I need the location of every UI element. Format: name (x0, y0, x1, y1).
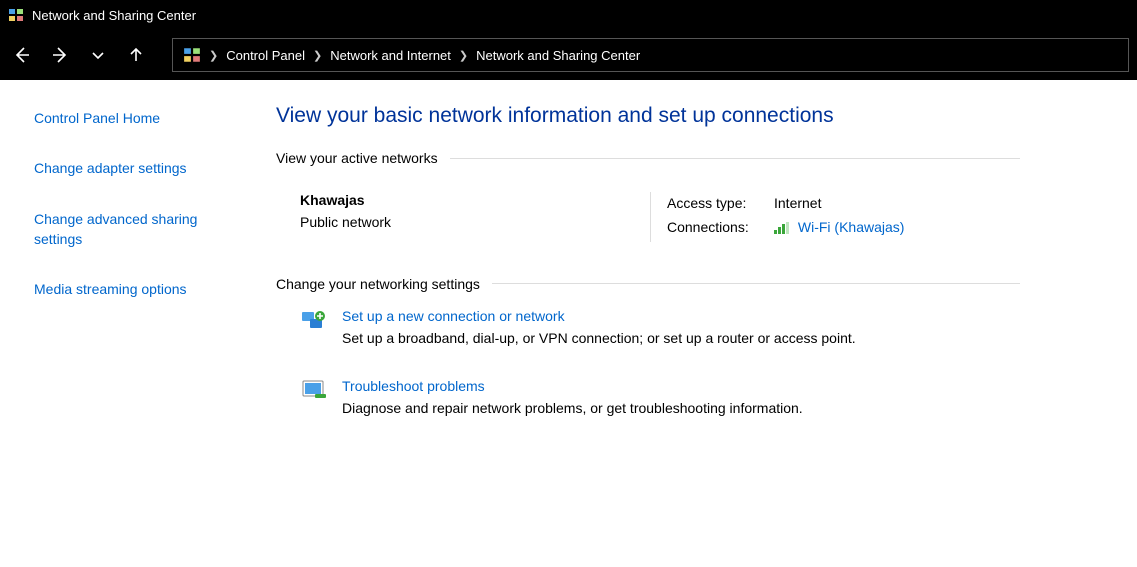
section-label: Change your networking settings (276, 276, 480, 292)
access-type-value: Internet (774, 192, 821, 216)
option-desc: Set up a broadband, dial-up, or VPN conn… (342, 330, 856, 346)
chevron-right-icon[interactable]: ❯ (459, 49, 468, 62)
app-icon (8, 7, 24, 23)
section-active-networks: View your active networks (276, 150, 1020, 166)
troubleshoot-icon (300, 378, 328, 406)
breadcrumb-item[interactable]: Control Panel (226, 48, 305, 63)
network-name: Khawajas (300, 192, 650, 208)
chevron-right-icon[interactable]: ❯ (209, 49, 218, 62)
active-network-block: Khawajas Public network Access type: Int… (276, 176, 1020, 276)
address-icon (183, 46, 201, 64)
forward-button[interactable] (44, 39, 76, 71)
page-heading: View your basic network information and … (276, 104, 1020, 128)
network-type: Public network (300, 214, 650, 230)
option-link[interactable]: Set up a new connection or network (342, 308, 565, 324)
divider (450, 158, 1020, 159)
option-desc: Diagnose and repair network problems, or… (342, 400, 803, 416)
sidebar-link-advanced-sharing[interactable]: Change advanced sharing settings (34, 209, 224, 250)
sidebar-link-adapter[interactable]: Change adapter settings (34, 158, 260, 178)
address-bar[interactable]: ❯ Control Panel ❯ Network and Internet ❯… (172, 38, 1129, 72)
chevron-right-icon[interactable]: ❯ (313, 49, 322, 62)
option-troubleshoot: Troubleshoot problems Diagnose and repai… (276, 372, 1020, 442)
option-link[interactable]: Troubleshoot problems (342, 378, 485, 394)
up-button[interactable] (120, 39, 152, 71)
sidebar-home-link[interactable]: Control Panel Home (34, 108, 260, 128)
section-label: View your active networks (276, 150, 438, 166)
divider (492, 283, 1020, 284)
connection-link[interactable]: Wi-Fi (Khawajas) (798, 219, 905, 235)
breadcrumb-item[interactable]: Network and Sharing Center (476, 48, 640, 63)
breadcrumb-item[interactable]: Network and Internet (330, 48, 451, 63)
option-setup-connection: Set up a new connection or network Set u… (276, 302, 1020, 372)
sidebar-link-media-streaming[interactable]: Media streaming options (34, 279, 260, 299)
section-change-settings: Change your networking settings (276, 276, 1020, 292)
sidebar: Control Panel Home Change adapter settin… (0, 80, 260, 442)
recent-dropdown-button[interactable] (82, 39, 114, 71)
titlebar: Network and Sharing Center (0, 0, 1137, 30)
main-panel: View your basic network information and … (260, 80, 1020, 442)
connections-label: Connections: (667, 216, 762, 242)
wifi-signal-icon (774, 218, 790, 242)
window-title: Network and Sharing Center (32, 8, 196, 23)
back-button[interactable] (6, 39, 38, 71)
setup-connection-icon (300, 308, 328, 336)
toolbar: ❯ Control Panel ❯ Network and Internet ❯… (0, 30, 1137, 80)
access-type-label: Access type: (667, 192, 762, 216)
